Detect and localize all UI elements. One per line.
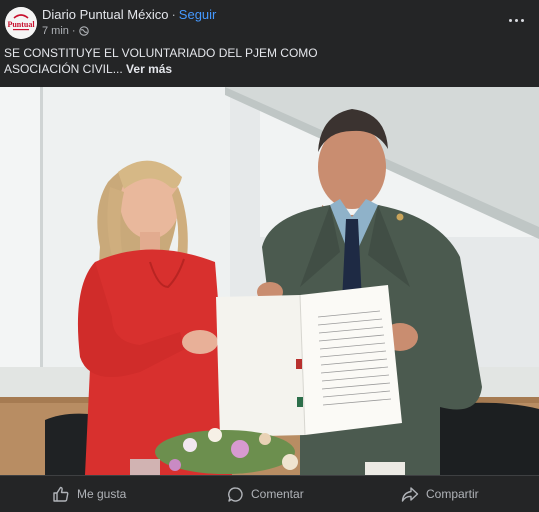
post-photo[interactable] bbox=[0, 87, 539, 475]
post-timestamp[interactable]: 7 min bbox=[42, 24, 69, 38]
like-label: Me gusta bbox=[77, 487, 127, 501]
comment-button[interactable]: Comentar bbox=[227, 476, 304, 512]
more-options-icon[interactable] bbox=[507, 13, 525, 27]
logo-text: Puntual bbox=[7, 20, 35, 29]
title-separator: · bbox=[171, 7, 176, 22]
caption-line-2-row: ASOCIACIÓN CIVIL... Ver más bbox=[4, 61, 524, 77]
caption-line-1: SE CONSTITUYE EL VOLUNTARIADO DEL PJEM C… bbox=[4, 46, 318, 60]
follow-button[interactable]: Seguir bbox=[179, 7, 217, 22]
post-caption: SE CONSTITUYE EL VOLUNTARIADO DEL PJEM C… bbox=[4, 45, 524, 77]
photo-illustration bbox=[0, 87, 539, 475]
page-avatar[interactable]: Puntual bbox=[5, 7, 37, 39]
thumbs-up-icon bbox=[53, 486, 69, 502]
meta-separator: · bbox=[71, 25, 76, 37]
post-meta: 7 min · bbox=[42, 24, 89, 38]
page-logo: Puntual bbox=[5, 7, 37, 39]
share-icon bbox=[401, 486, 419, 502]
facebook-post: Puntual Diario Puntual México · Seguir 7 m… bbox=[0, 0, 539, 512]
like-button[interactable]: Me gusta bbox=[52, 476, 126, 512]
post-title-row: Diario Puntual México · Seguir bbox=[42, 7, 216, 23]
share-button[interactable]: Compartir bbox=[401, 476, 479, 512]
comment-icon bbox=[228, 486, 243, 502]
share-label: Compartir bbox=[426, 487, 479, 501]
page-name-link[interactable]: Diario Puntual México bbox=[42, 7, 168, 22]
post-action-bar: Me gusta Comentar Compartir bbox=[0, 475, 539, 512]
comment-label: Comentar bbox=[251, 487, 304, 501]
post-header: Puntual Diario Puntual México · Seguir 7 m… bbox=[0, 0, 539, 42]
globe-icon[interactable] bbox=[78, 26, 89, 36]
caption-line-2: ASOCIACIÓN CIVIL... bbox=[4, 62, 123, 76]
see-more-button[interactable]: Ver más bbox=[126, 62, 172, 76]
